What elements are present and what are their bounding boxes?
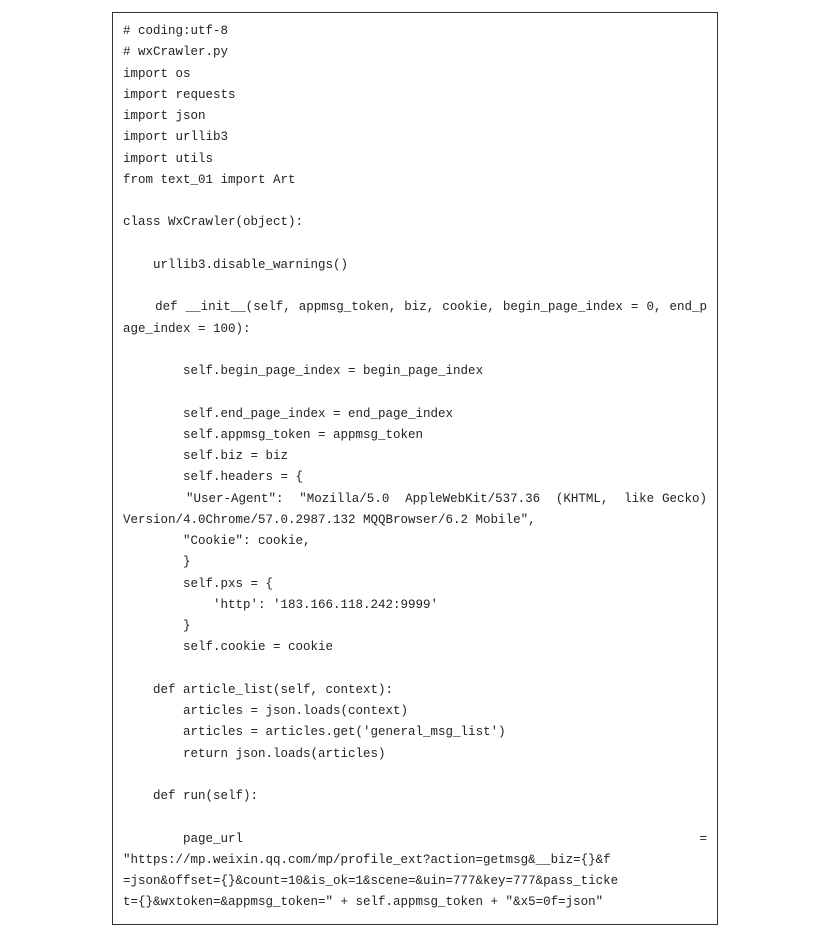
- code-line: import requests: [123, 88, 236, 102]
- code-line: class WxCrawler(object):: [123, 215, 303, 229]
- code-line: # coding:utf-8: [123, 24, 228, 38]
- code-line: self.appmsg_token = appmsg_token: [123, 428, 423, 442]
- code-line: t={}&wxtoken=&appmsg_token=" + self.appm…: [123, 895, 603, 909]
- code-line: articles = articles.get('general_msg_lis…: [123, 725, 506, 739]
- code-line: 'http': '183.166.118.242:9999': [123, 598, 438, 612]
- page: # coding:utf-8 # wxCrawler.py import os …: [0, 0, 828, 937]
- code-line: from text_01 import Art: [123, 173, 296, 187]
- code-text: page_url: [123, 829, 243, 850]
- code-line: =json&offset={}&count=10&is_ok=1&scene=&…: [123, 874, 618, 888]
- code-line: import urllib3: [123, 130, 228, 144]
- code-line: import json: [123, 109, 206, 123]
- code-line: self.cookie = cookie: [123, 640, 333, 654]
- code-line: self.begin_page_index = begin_page_index: [123, 364, 483, 378]
- code-line: urllib3.disable_warnings(): [123, 258, 348, 272]
- code-line: def run(self):: [123, 789, 258, 803]
- code-line: import os: [123, 67, 191, 81]
- code-line: def __init__(self, appmsg_token, biz, co…: [123, 300, 646, 314]
- code-line: self.headers = {: [123, 470, 303, 484]
- code-line: }: [123, 619, 191, 633]
- code-text: =: [699, 829, 707, 850]
- code-line: self.end_page_index = end_page_index: [123, 407, 453, 421]
- code-line: return json.loads(articles): [123, 747, 386, 761]
- code-line: self.biz = biz: [123, 449, 288, 463]
- code-line: # wxCrawler.py: [123, 45, 228, 59]
- code-line: articles = json.loads(context): [123, 704, 408, 718]
- code-line: self.pxs = {: [123, 577, 273, 591]
- code-line: "Cookie": cookie,: [123, 534, 311, 548]
- code-line: page_url =: [123, 829, 707, 850]
- code-line: def article_list(self, context):: [123, 683, 393, 697]
- code-block: # coding:utf-8 # wxCrawler.py import os …: [112, 12, 718, 925]
- code-line: import utils: [123, 152, 213, 166]
- code-line: "https://mp.weixin.qq.com/mp/profile_ext…: [123, 853, 611, 867]
- code-line: "User-Agent": "Mozilla/5.0 AppleWebKit/5…: [123, 492, 662, 506]
- code-line: }: [123, 555, 191, 569]
